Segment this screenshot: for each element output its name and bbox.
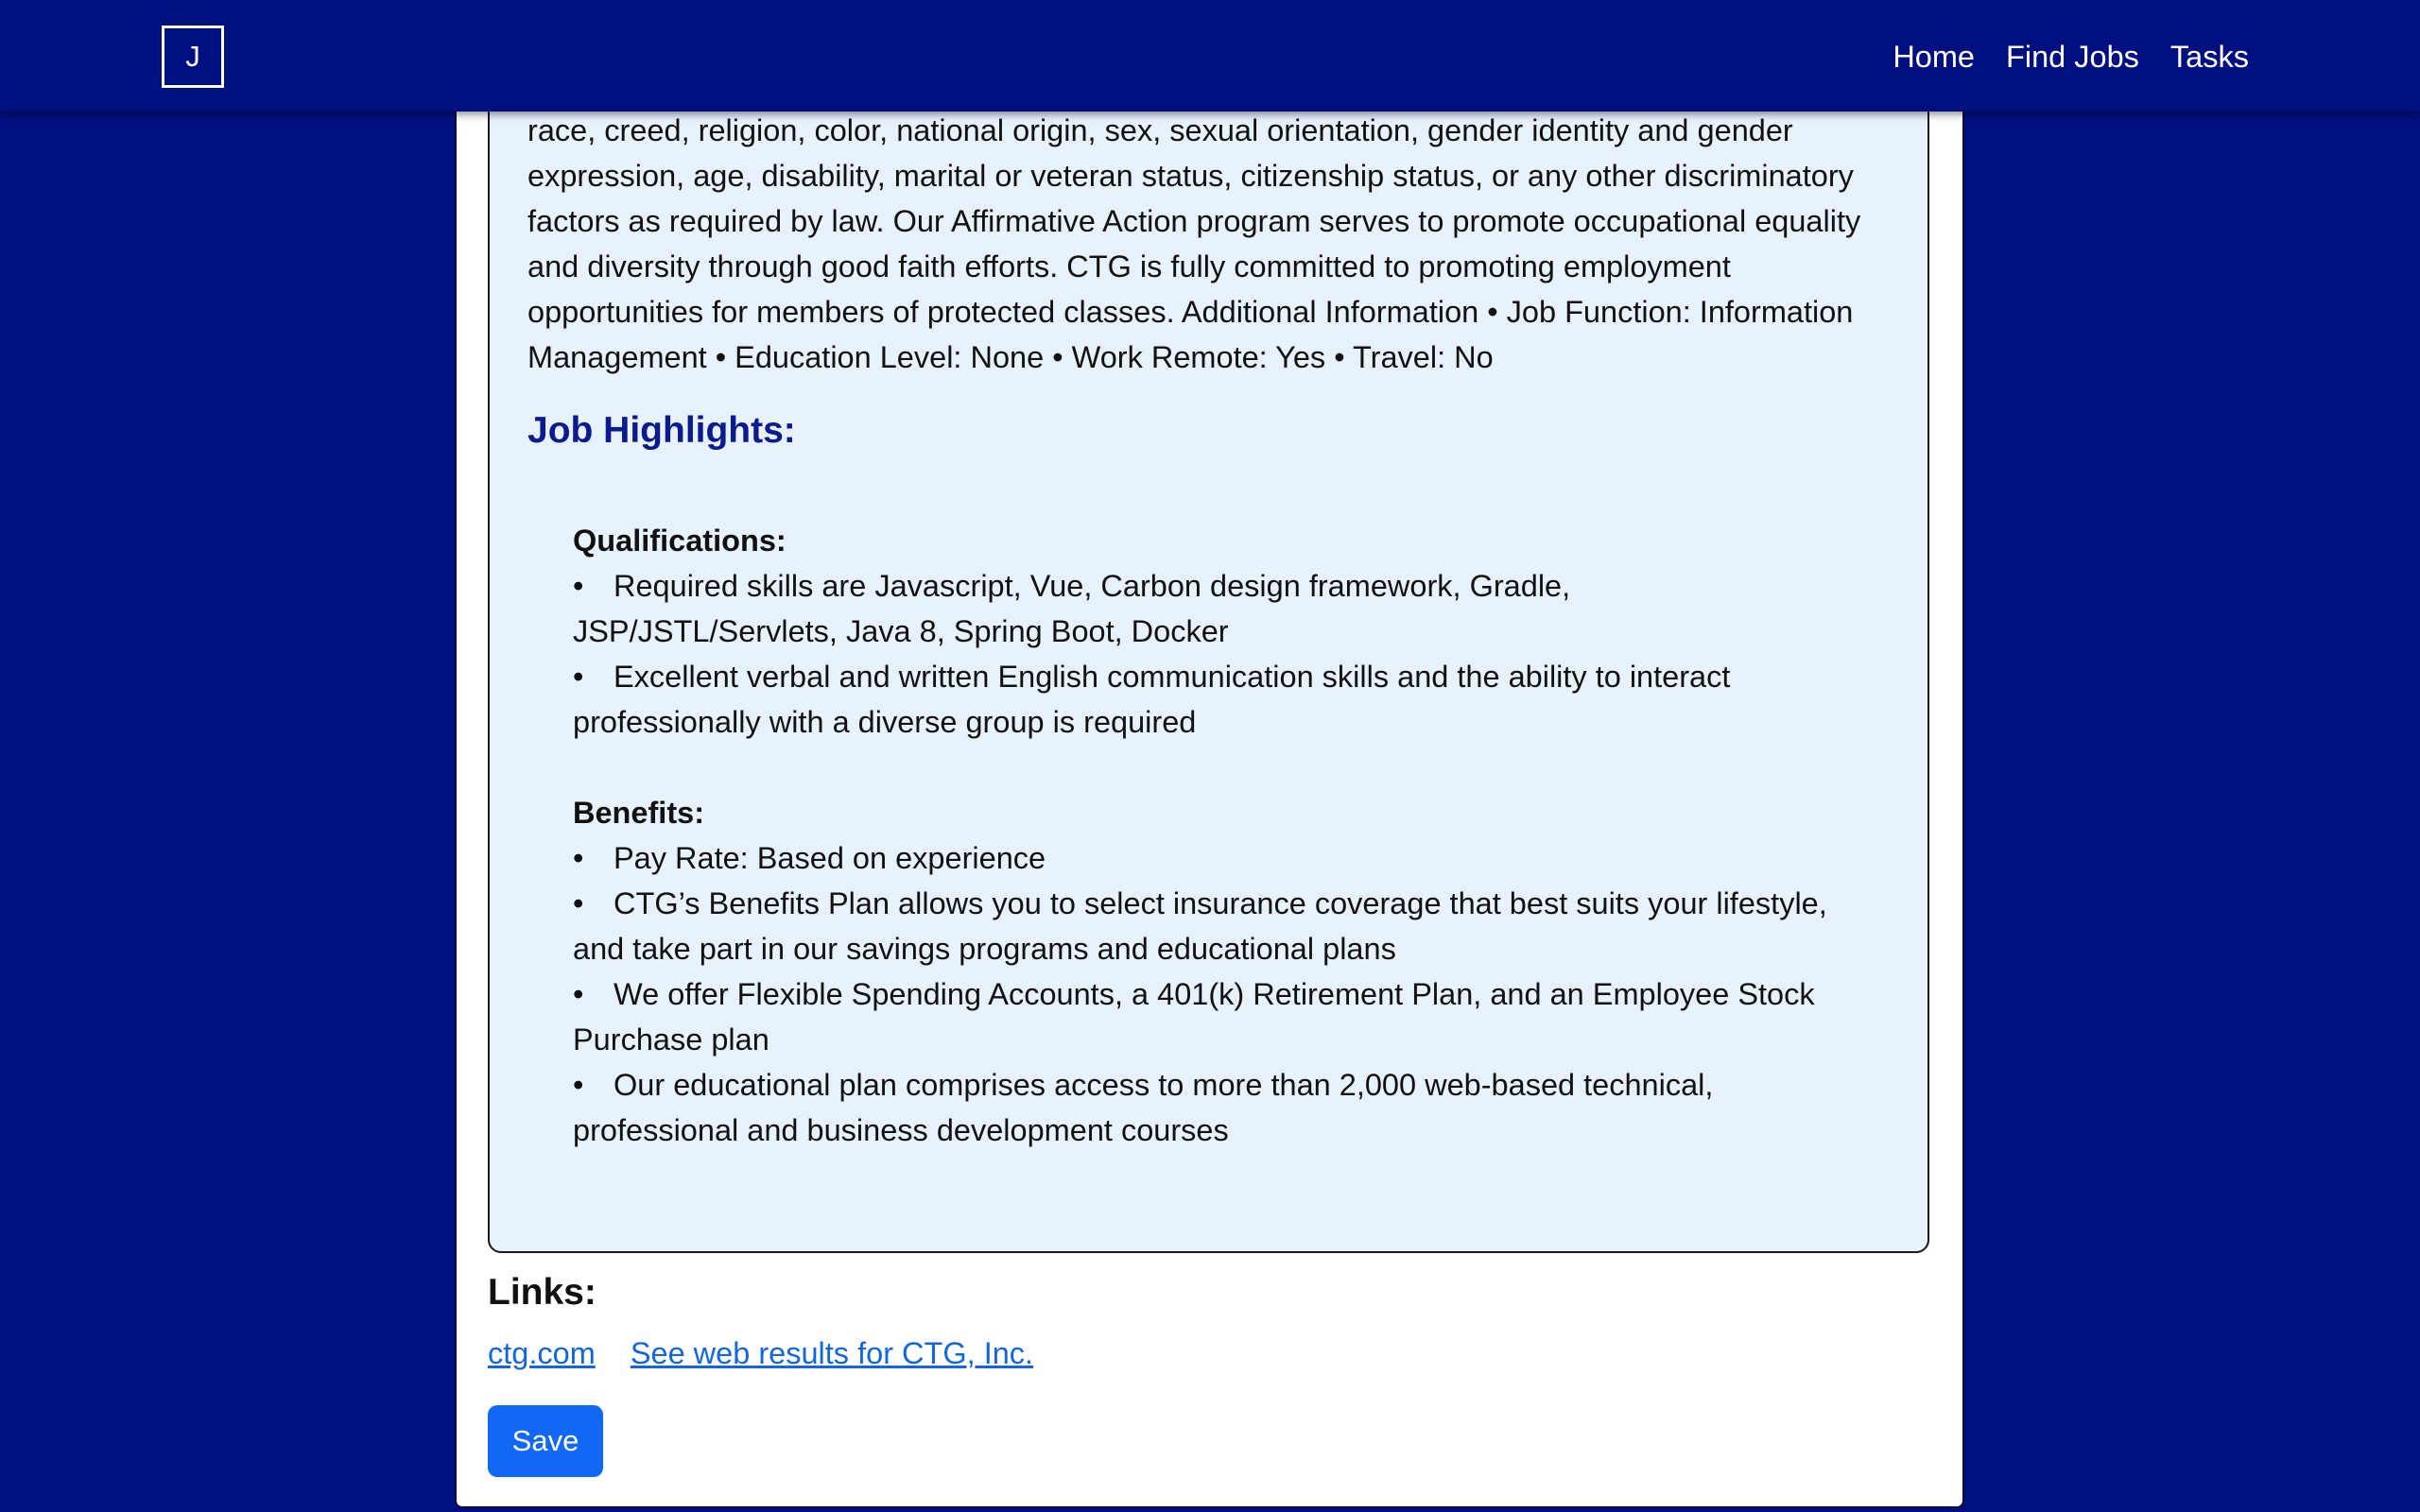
links-title: Links: xyxy=(488,1272,596,1313)
benefit-text: Pay Rate: Based on experience xyxy=(614,841,1046,875)
nav-links: Home Find Jobs Tasks xyxy=(1893,34,2249,79)
qualifications-section: Qualifications: • Required skills are Jav… xyxy=(573,518,1842,745)
qualification-text: Excellent verbal and written English com… xyxy=(573,660,1731,739)
benefit-text: Our educational plan comprises access to… xyxy=(573,1068,1714,1147)
list-item: • Required skills are Javascript, Vue, Ca… xyxy=(573,569,1571,648)
logo-button[interactable]: J xyxy=(162,26,224,88)
link-web-results[interactable]: See web results for CTG, Inc. xyxy=(631,1336,1033,1370)
qualifications-list: • Required skills are Javascript, Vue, Ca… xyxy=(573,563,1842,745)
top-navbar: J Home Find Jobs Tasks xyxy=(0,0,2420,112)
list-item: • Pay Rate: Based on experience xyxy=(573,841,1046,875)
links-row: ctg.com See web results for CTG, Inc. xyxy=(488,1331,1060,1376)
benefits-section: Benefits: • Pay Rate: Based on experience… xyxy=(573,790,1842,1153)
benefits-title: Benefits: xyxy=(573,796,705,830)
list-item: • Excellent verbal and written English co… xyxy=(573,660,1731,739)
qualifications-title: Qualifications: xyxy=(573,524,786,558)
benefit-text: CTG’s Benefits Plan allows you to select… xyxy=(573,886,1827,966)
benefits-list: • Pay Rate: Based on experience • CTG’s Be… xyxy=(573,835,1842,1153)
list-item: • Our educational plan comprises access t… xyxy=(573,1068,1714,1147)
job-detail-card: training, benefits, compensation, promot… xyxy=(457,0,1962,1506)
nav-link-home[interactable]: Home xyxy=(1893,34,1975,79)
qualification-text: Required skills are Javascript, Vue, Car… xyxy=(573,569,1571,648)
nav-link-tasks[interactable]: Tasks xyxy=(2170,34,2249,79)
list-item: • We offer Flexible Spending Accounts, a … xyxy=(573,977,1815,1057)
nav-link-find-jobs[interactable]: Find Jobs xyxy=(2006,34,2139,79)
job-description-box[interactable]: training, benefits, compensation, promot… xyxy=(488,0,1929,1253)
benefit-text: We offer Flexible Spending Accounts, a 4… xyxy=(573,977,1815,1057)
save-button[interactable]: Save xyxy=(488,1405,603,1477)
link-ctg-com[interactable]: ctg.com xyxy=(488,1336,596,1370)
list-item: • CTG’s Benefits Plan allows you to selec… xyxy=(573,886,1827,966)
job-highlights-title: Job Highlights: xyxy=(527,410,796,451)
